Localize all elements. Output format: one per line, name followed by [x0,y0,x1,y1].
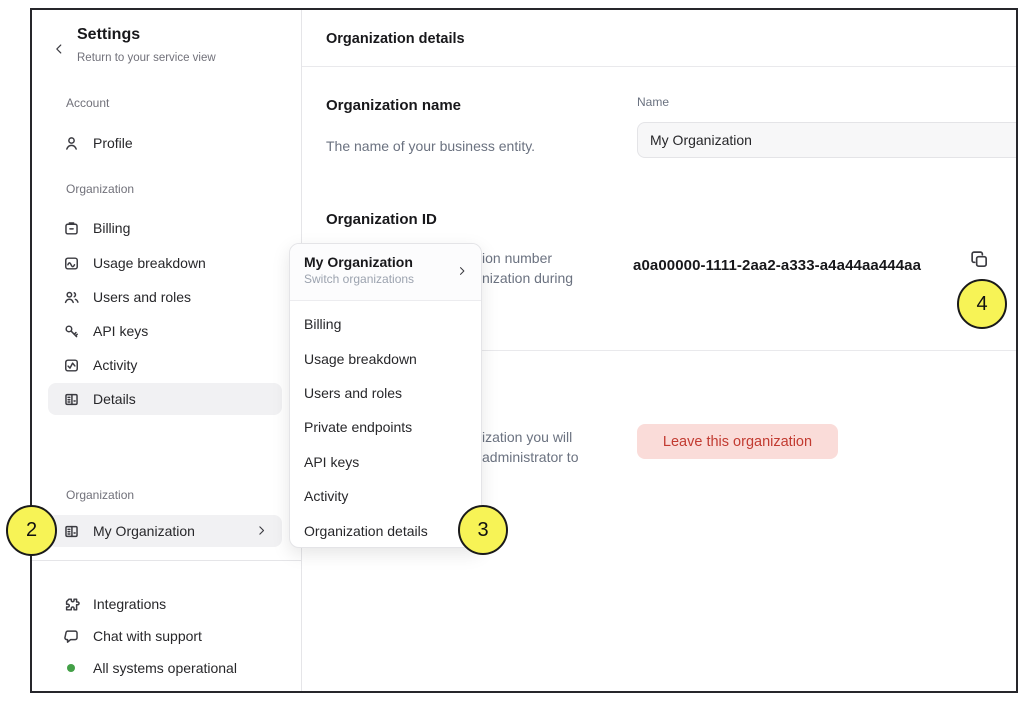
sidebar-title: Settings [77,26,140,44]
chevron-right-icon [255,524,268,540]
menu-item-organization-details[interactable]: Organization details [290,513,481,547]
section-label-organization-2: Organization [66,488,134,502]
sidebar-item-api-keys[interactable]: API keys [48,315,282,347]
activity-pulse-icon [63,357,80,374]
sidebar-item-system-status[interactable]: All systems operational [48,652,282,684]
org-name-description: The name of your business entity. [326,138,535,154]
status-dot-icon [63,660,80,677]
chart-wave-icon [63,255,80,272]
leave-description-fragment: administrator to [482,449,578,465]
sidebar-item-profile[interactable]: Profile [48,127,282,159]
sidebar-item-label: Usage breakdown [93,255,206,271]
leave-organization-button[interactable]: Leave this organization [637,424,838,459]
sidebar-item-activity[interactable]: Activity [48,349,282,381]
chat-bubble-icon [63,628,80,645]
sidebar-item-label: API keys [93,323,148,339]
back-chevron-icon[interactable] [52,42,66,61]
menu-item-activity[interactable]: Activity [290,479,481,513]
dropdown-org-switcher[interactable]: My Organization Switch organizations [290,244,481,301]
dropdown-org-name: My Organization [304,254,467,270]
menu-item-billing[interactable]: Billing [290,307,481,341]
organization-name-input[interactable] [637,122,1018,158]
organization-id-value: a0a00000-1111-2aa2-a333-a4a44aa444aa [633,257,921,274]
header-divider [302,66,1016,67]
sidebar-item-label: Activity [93,357,137,373]
org-id-description-fragment: nization during [482,270,573,286]
org-id-description-fragment: ion number [482,250,552,266]
leave-description-fragment: ization you will [482,429,572,445]
section-label-organization: Organization [66,182,134,196]
sidebar-item-label: Chat with support [93,628,202,644]
page-title: Organization details [326,31,465,47]
person-icon [63,135,80,152]
callout-badge-4: 4 [957,279,1007,329]
copy-icon[interactable] [968,248,990,270]
organization-dropdown-menu: My Organization Switch organizations Bil… [289,243,482,548]
org-name-heading: Organization name [326,97,461,114]
users-icon [63,289,80,306]
menu-item-api-keys[interactable]: API keys [290,445,481,479]
puzzle-icon [63,596,80,613]
sidebar-item-label: Users and roles [93,289,191,305]
sidebar-item-label: My Organization [93,523,195,539]
sidebar-item-label: Profile [93,135,133,151]
sidebar-item-users-roles[interactable]: Users and roles [48,281,282,313]
sidebar-item-billing[interactable]: Billing [48,212,282,244]
building-icon [63,523,80,540]
sidebar-item-chat-support[interactable]: Chat with support [48,620,282,652]
sidebar-item-label: Billing [93,220,130,236]
sidebar-item-integrations[interactable]: Integrations [48,588,282,620]
menu-item-users-roles[interactable]: Users and roles [290,376,481,410]
section-label-account: Account [66,96,109,110]
name-field-label: Name [637,95,669,109]
menu-item-private-endpoints[interactable]: Private endpoints [290,410,481,444]
app-window: Settings Return to your service view Acc… [30,8,1018,693]
key-icon [63,323,80,340]
sidebar-item-my-organization[interactable]: My Organization [48,515,282,547]
sidebar-item-usage-breakdown[interactable]: Usage breakdown [48,247,282,279]
dropdown-org-subtitle: Switch organizations [304,272,467,286]
screenshot-canvas: Settings Return to your service view Acc… [0,0,1024,703]
status-label: All systems operational [93,660,237,676]
sidebar-item-label: Details [93,391,136,407]
menu-item-usage-breakdown[interactable]: Usage breakdown [290,341,481,375]
sidebar-subtitle: Return to your service view [77,52,216,64]
callout-badge-2: 2 [6,505,57,556]
building-icon [63,391,80,408]
org-id-heading: Organization ID [326,211,437,228]
callout-badge-3: 3 [458,505,508,555]
dropdown-items: Billing Usage breakdown Users and roles … [290,301,481,548]
chevron-right-icon [456,264,468,282]
settings-sidebar: Settings Return to your service view Acc… [32,10,302,691]
billing-icon [63,220,80,237]
sidebar-divider [32,560,302,561]
sidebar-item-label: Integrations [93,596,166,612]
sidebar-item-details[interactable]: Details [48,383,282,415]
